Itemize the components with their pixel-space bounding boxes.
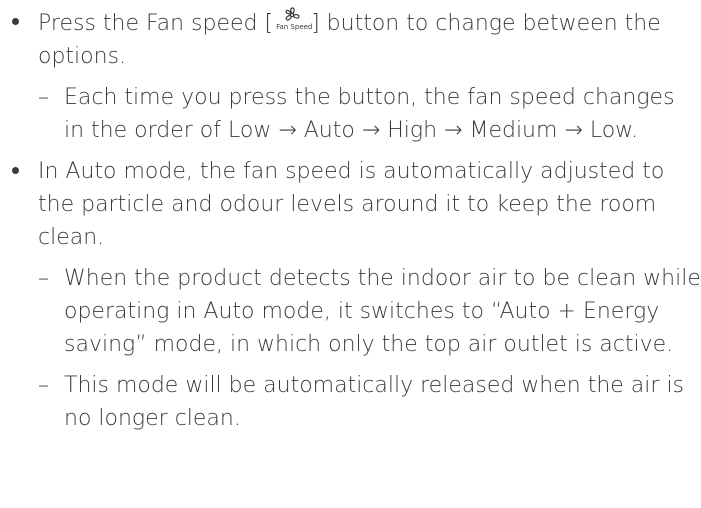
dash-marker: – bbox=[38, 85, 49, 110]
bullet-text-before-icon: Press the Fan speed [ bbox=[38, 11, 274, 36]
sub-item-fan-speed-order: – Each time you press the button, the fa… bbox=[0, 81, 701, 147]
bullet-dot bbox=[12, 18, 19, 25]
sub-item-energy-saving: – When the product detects the indoor ai… bbox=[0, 262, 701, 361]
sub-list-auto-mode: – When the product detects the indoor ai… bbox=[0, 262, 701, 435]
dash-marker: – bbox=[38, 266, 49, 291]
fan-speed-caption: Fan Speed bbox=[276, 23, 313, 31]
sub-item-text: This mode will be automatically released… bbox=[64, 373, 685, 431]
bullet-auto-mode: In Auto mode, the fan speed is automatic… bbox=[0, 155, 701, 254]
bullet-text: In Auto mode, the fan speed is automatic… bbox=[38, 159, 665, 250]
sub-item-mode-release: – This mode will be automatically releas… bbox=[0, 369, 701, 435]
sub-item-text: Each time you press the button, the fan … bbox=[64, 85, 675, 143]
document-body: Press the Fan speed [ Fan Speed ] button… bbox=[0, 0, 701, 435]
sub-list-fan-speed: – Each time you press the button, the fa… bbox=[0, 81, 701, 147]
fan-icon bbox=[285, 7, 300, 21]
dash-marker: – bbox=[38, 373, 49, 398]
bullet-dot bbox=[12, 167, 19, 174]
fan-speed-icon: Fan Speed bbox=[274, 6, 313, 34]
sub-item-text: When the product detects the indoor air … bbox=[64, 266, 701, 357]
bullet-fan-speed-button: Press the Fan speed [ Fan Speed ] button… bbox=[0, 6, 701, 73]
